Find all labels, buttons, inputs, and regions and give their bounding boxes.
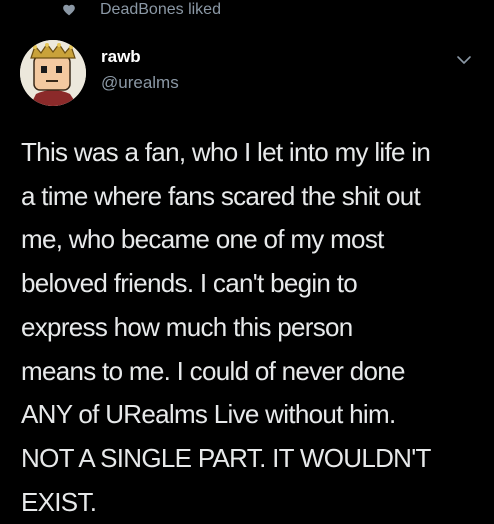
heart-icon <box>63 4 75 16</box>
tweet-line: NOT A SINGLE PART. IT WOULDN'T <box>21 442 431 473</box>
tweet-line: This was a fan, who I let into my life i… <box>21 137 431 167</box>
author-block[interactable]: rawb @urealms <box>101 46 179 94</box>
avatar[interactable] <box>20 40 86 106</box>
chevron-down-icon[interactable] <box>456 52 472 68</box>
social-context-text: DeadBones liked <box>100 1 221 18</box>
tweet-line: me, who became one of my most <box>21 224 384 255</box>
tweet-line: EXIST. <box>21 486 97 517</box>
avatar-image <box>20 40 86 106</box>
tweet-line: express how much this person <box>21 311 353 342</box>
tweet-line: means to me. I could of never done <box>21 355 405 386</box>
tweet-line: ANY of URealms Live without him. <box>21 399 396 430</box>
tweet-line: a time where fans scared the shit out <box>21 180 421 211</box>
tweet-text: This was a fan, who I let into my life i… <box>21 131 491 524</box>
tweet-line: beloved friends. I can't begin to <box>21 268 358 299</box>
user-handle[interactable]: @urealms <box>101 72 179 94</box>
display-name[interactable]: rawb <box>101 46 179 68</box>
social-context[interactable]: DeadBones liked <box>63 0 221 20</box>
